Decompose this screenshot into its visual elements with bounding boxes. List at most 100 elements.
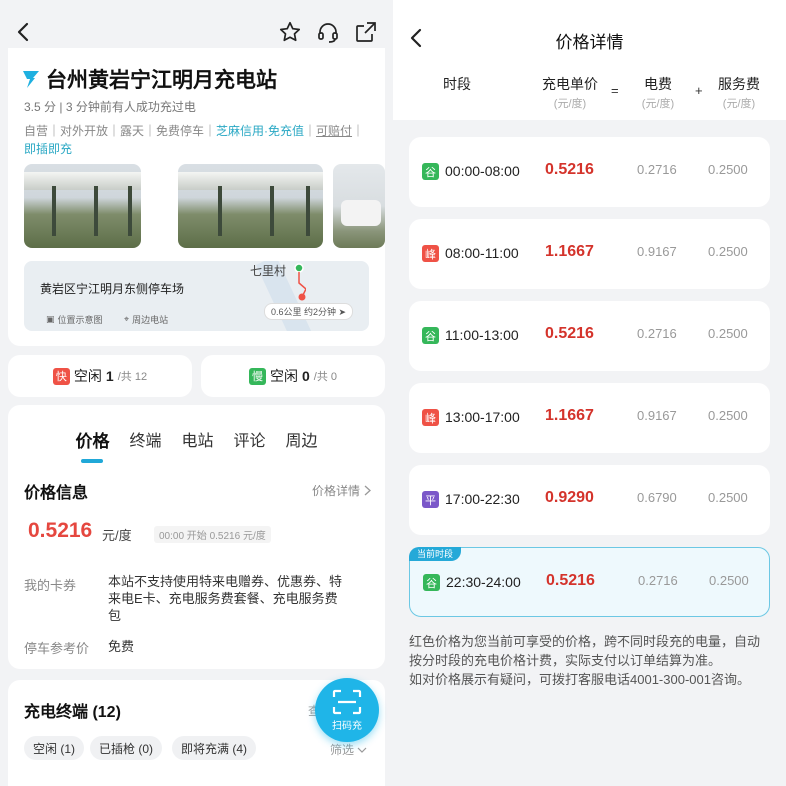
- tag-compensation[interactable]: 可赔付: [316, 124, 352, 138]
- price-row: 谷 11:00-13:00 0.5216 0.2716 0.2500: [409, 301, 770, 371]
- share-icon[interactable]: [352, 18, 380, 46]
- period-energy-fee: 0.9167: [637, 244, 677, 259]
- period-energy-fee: 0.2716: [637, 162, 677, 177]
- station-photo[interactable]: [178, 164, 323, 248]
- equals-sign: =: [611, 83, 619, 98]
- back-icon[interactable]: [12, 18, 34, 46]
- price-detail-panel: 价格详情 时段 充电单价 (元/度) = 电费 (元/度) + 服务费 (元/度…: [393, 0, 786, 786]
- tags-plain: 自营｜对外开放｜露天｜免费停车｜: [24, 124, 217, 138]
- map-position-label: 位置示意图: [57, 315, 103, 325]
- station-rating-line: 3.5 分 | 3 分钟前有人成功充过电: [24, 100, 196, 114]
- page-title: 价格详情: [555, 33, 624, 52]
- tag-sep: ｜: [352, 124, 365, 138]
- station-photo[interactable]: [24, 164, 141, 248]
- tab-terminal[interactable]: 终端: [125, 425, 165, 454]
- column-energy-unit: (元/度): [641, 98, 675, 110]
- price-unit: 元/度: [102, 528, 132, 543]
- map-distance: 0.6公里 约2分钟: [271, 307, 337, 317]
- station-photo[interactable]: [333, 164, 385, 248]
- coupon-value: 本站不支持使用特来电赠券、优惠券、特来电E卡、充电服务费套餐、充电服务费包: [108, 574, 343, 623]
- period-energy-fee: 0.6790: [637, 490, 677, 505]
- star-icon[interactable]: [276, 18, 304, 46]
- slow-charger-availability[interactable]: 慢 空闲 0/共 0: [201, 355, 385, 397]
- station-name: 台州黄岩宁江明月充电站: [46, 69, 277, 92]
- period-energy-fee: 0.9167: [637, 408, 677, 423]
- terminal-title: 充电终端 (12): [24, 704, 121, 721]
- location-pin-icon: ⌖: [124, 314, 130, 324]
- price-section-card: 价格 终端 电站 评论 周边 价格信息 价格详情 0.5216 元/度 00:0…: [8, 405, 385, 669]
- fast-charger-availability[interactable]: 快 空闲 1/共 12: [8, 355, 192, 397]
- period-total-price: 1.1667: [545, 243, 594, 260]
- price-row: 峰 13:00-17:00 1.1667 0.9167 0.2500: [409, 383, 770, 453]
- station-recent-charge: 3 分钟前有人成功充过电: [65, 100, 196, 114]
- map-place-name: 黄岩区宁江明月东侧停车场: [40, 282, 185, 296]
- scan-to-charge-button[interactable]: 扫码充: [315, 678, 379, 742]
- station-map[interactable]: 黄岩区宁江明月东侧停车场 七里村 0.6公里 约2分钟 ➤ ▣ 位置示意图 ⌖ 周边…: [24, 261, 369, 331]
- station-tags: 自营｜对外开放｜露天｜免费停车｜芝麻信用·免充值｜可赔付｜即插即充: [24, 122, 374, 158]
- period-total-price: 0.5216: [546, 572, 595, 589]
- chevron-down-icon: [357, 747, 367, 753]
- fast-free-label: 空闲: [73, 368, 102, 384]
- fast-badge: 快: [52, 367, 70, 385]
- period-service-fee: 0.2500: [708, 244, 748, 259]
- station-detail-panel: 台州黄岩宁江明月充电站 3.5 分 | 3 分钟前有人成功充过电 自营｜对外开放…: [0, 0, 393, 786]
- support-note-text: 如对价格展示有疑问，可拨打客服电话4001-300-001咨询。: [409, 672, 750, 687]
- parking-label: 停车参考价: [24, 641, 90, 656]
- picture-icon: ▣: [46, 314, 55, 324]
- price-row-current: 当前时段 谷 22:30-24:00 0.5216 0.2716 0.2500: [409, 547, 770, 617]
- fast-total: /共 12: [117, 371, 148, 383]
- period-service-fee: 0.2500: [708, 490, 748, 505]
- filter-dropdown[interactable]: 筛选: [330, 741, 367, 758]
- coupon-label: 我的卡券: [24, 578, 77, 593]
- price-row: 平 17:00-22:30 0.9290 0.6790 0.2500: [409, 465, 770, 535]
- tag-plug-and-charge[interactable]: 即插即充: [24, 142, 72, 156]
- tab-reviews[interactable]: 评论: [230, 425, 270, 454]
- tab-nearby[interactable]: 周边: [282, 425, 322, 454]
- map-position-link[interactable]: ▣ 位置示意图: [46, 313, 103, 326]
- tag-zhima-credit[interactable]: 芝麻信用·免充值: [216, 124, 304, 138]
- station-rating: 3.5 分: [24, 100, 57, 114]
- period-service-fee: 0.2500: [708, 408, 748, 423]
- price-detail-header: 价格详情 时段 充电单价 (元/度) = 电费 (元/度) + 服务费 (元/度…: [393, 0, 786, 120]
- tab-price[interactable]: 价格: [71, 425, 113, 454]
- price-detail-link[interactable]: 价格详情: [312, 482, 371, 499]
- column-service-fee: 服务费: [718, 76, 760, 92]
- filter-chip-plugged[interactable]: 已插枪 (0): [90, 736, 163, 760]
- period-total-price: 0.5216: [545, 325, 594, 342]
- map-village-label: 七里村: [250, 264, 287, 278]
- price-detail-label: 价格详情: [311, 484, 360, 498]
- filter-chip-almost-full[interactable]: 即将充满 (4): [172, 736, 257, 760]
- map-distance-badge: 0.6公里 约2分钟 ➤: [264, 303, 354, 320]
- column-total-price: 充电单价: [542, 76, 598, 92]
- period-time: 00:00-08:00: [445, 163, 520, 179]
- brand-logo-icon: [23, 71, 39, 88]
- section-tabs: 价格 终端 电站 评论 周边: [8, 425, 385, 454]
- current-period-tag: 当前时段: [409, 547, 462, 561]
- period-total-price: 0.9290: [545, 489, 594, 506]
- price-info-title: 价格信息: [24, 485, 89, 502]
- period-energy-fee: 0.2716: [637, 326, 677, 341]
- column-energy-fee: 电费: [644, 76, 672, 92]
- flat-badge: 平: [422, 491, 439, 508]
- price-row: 谷 00:00-08:00 0.5216 0.2716 0.2500: [409, 137, 770, 207]
- peak-badge: 峰: [422, 245, 439, 262]
- tag-sep: ｜: [304, 124, 317, 138]
- valley-badge: 谷: [422, 327, 439, 344]
- period-time: 13:00-17:00: [445, 409, 520, 425]
- valley-badge: 谷: [423, 574, 440, 591]
- period-service-fee: 0.2500: [709, 573, 749, 588]
- price-start-note: 00:00 开始 0.5216 元/度: [154, 526, 271, 543]
- column-total-unit: (元/度): [553, 98, 587, 110]
- slow-free-label: 空闲: [269, 368, 298, 384]
- slow-badge: 慢: [248, 367, 266, 385]
- map-nearby-link[interactable]: ⌖ 周边电站: [124, 313, 168, 326]
- headset-icon[interactable]: [314, 18, 342, 46]
- map-nearby-label: 周边电站: [132, 315, 169, 325]
- chevron-right-icon: [364, 485, 371, 496]
- period-service-fee: 0.2500: [708, 162, 748, 177]
- filter-label: 筛选: [330, 743, 355, 757]
- parking-value: 免费: [108, 639, 135, 654]
- tab-station[interactable]: 电站: [177, 425, 217, 454]
- scan-icon: [332, 689, 362, 714]
- filter-chip-idle[interactable]: 空闲 (1): [24, 736, 85, 760]
